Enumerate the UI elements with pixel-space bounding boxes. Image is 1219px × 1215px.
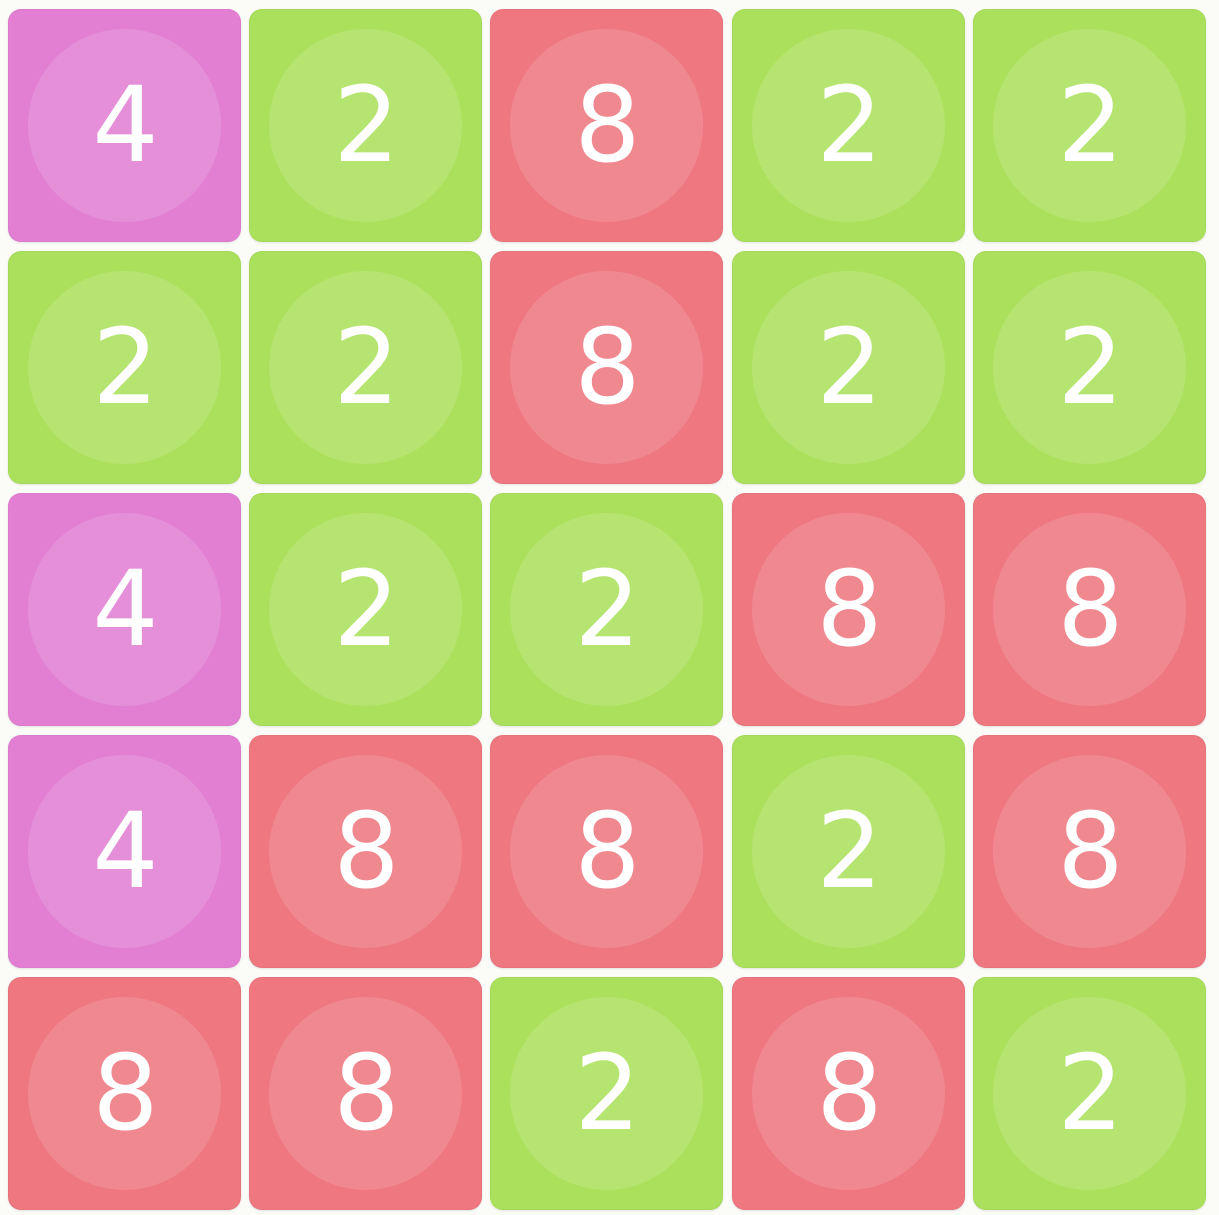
tile[interactable]: 8 [732, 493, 965, 726]
tile-value: 8 [92, 1032, 158, 1154]
tile-value: 2 [92, 306, 158, 428]
tile-value: 8 [574, 64, 640, 186]
tile[interactable]: 8 [973, 735, 1206, 968]
tile[interactable]: 2 [249, 493, 482, 726]
tile[interactable]: 8 [490, 251, 723, 484]
tile-value: 8 [1057, 790, 1123, 912]
tile-value: 8 [574, 790, 640, 912]
game-board: 4 2 8 2 2 2 2 8 2 2 4 2 2 8 8 4 8 8 2 8 8 8 2 8 2 [0, 0, 1219, 1215]
tile[interactable]: 2 [249, 9, 482, 242]
tile-value: 2 [1057, 64, 1123, 186]
tile-value: 8 [333, 1032, 399, 1154]
tile-value: 8 [816, 1032, 882, 1154]
tile-value: 2 [1057, 306, 1123, 428]
tile[interactable]: 2 [8, 251, 241, 484]
tile[interactable]: 8 [249, 977, 482, 1210]
tile[interactable]: 4 [8, 493, 241, 726]
tile-value: 2 [816, 64, 882, 186]
tile-value: 2 [333, 548, 399, 670]
tile[interactable]: 2 [973, 251, 1206, 484]
tile[interactable]: 2 [490, 493, 723, 726]
tile[interactable]: 2 [732, 251, 965, 484]
tile-value: 4 [92, 790, 158, 912]
tile-value: 4 [92, 64, 158, 186]
tile[interactable]: 8 [490, 9, 723, 242]
tile[interactable]: 2 [490, 977, 723, 1210]
tile[interactable]: 8 [490, 735, 723, 968]
tile-value: 2 [574, 1032, 640, 1154]
tile[interactable]: 2 [973, 9, 1206, 242]
tile[interactable]: 8 [8, 977, 241, 1210]
tile-value: 2 [574, 548, 640, 670]
tile-value: 8 [1057, 548, 1123, 670]
tile[interactable]: 8 [973, 493, 1206, 726]
tile-value: 8 [333, 790, 399, 912]
tile-value: 8 [816, 548, 882, 670]
tile[interactable]: 2 [732, 735, 965, 968]
tile-value: 2 [816, 306, 882, 428]
tile[interactable]: 2 [249, 251, 482, 484]
tile-value: 2 [816, 790, 882, 912]
tile[interactable]: 4 [8, 735, 241, 968]
tile[interactable]: 2 [973, 977, 1206, 1210]
tile-value: 2 [333, 306, 399, 428]
tile[interactable]: 2 [732, 9, 965, 242]
tile-value: 2 [333, 64, 399, 186]
tile-value: 8 [574, 306, 640, 428]
tile[interactable]: 8 [249, 735, 482, 968]
tile-value: 2 [1057, 1032, 1123, 1154]
tile[interactable]: 8 [732, 977, 965, 1210]
tile-value: 4 [92, 548, 158, 670]
tile[interactable]: 4 [8, 9, 241, 242]
